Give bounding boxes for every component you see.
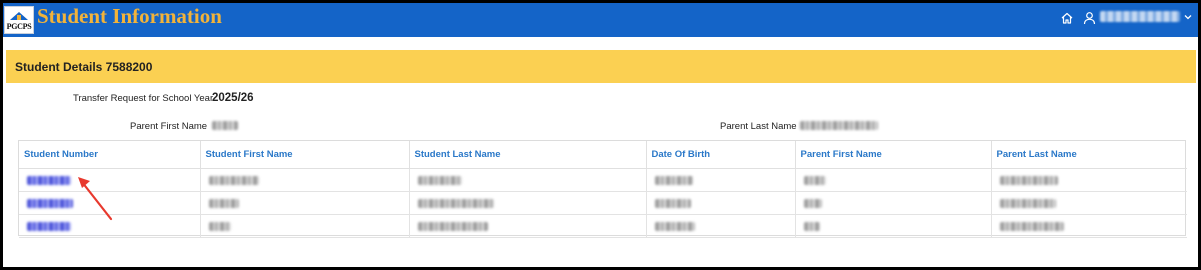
parent-last-name-value [800, 121, 878, 130]
red-arrow-annotation [78, 177, 113, 221]
top-navigation-bar: PGCPS Student Information [3, 3, 1198, 37]
student-first-name-value [208, 198, 239, 208]
section-title: Student Details 7588200 [15, 60, 153, 74]
column-header-student-first-name[interactable]: Student First Name [200, 141, 410, 169]
transfer-request-value: 2025/26 [212, 92, 254, 104]
student-number-link[interactable] [27, 175, 71, 185]
date-of-birth-value [654, 198, 691, 208]
parent-last-name-value [999, 175, 1058, 185]
student-number-link[interactable] [27, 198, 73, 208]
app-title: Student Information [37, 4, 222, 28]
pgcps-logo[interactable]: PGCPS [4, 6, 34, 34]
student-details-header: Student Details 7588200 [6, 50, 1196, 83]
parent-last-name-value [999, 221, 1064, 231]
student-last-name-cell [409, 168, 647, 192]
user-icon[interactable] [1083, 11, 1096, 25]
app-window: PGCPS Student Information Student Detail… [2, 2, 1199, 268]
date-of-birth-value [654, 221, 695, 231]
student-first-name-cell [200, 168, 410, 192]
date-of-birth-cell [646, 168, 796, 192]
parent-first-name-value [803, 175, 826, 185]
transfer-request-label: Transfer Request for School Year [73, 93, 214, 104]
date-of-birth-value [654, 175, 693, 185]
column-header-date-of-birth[interactable]: Date Of Birth [646, 141, 796, 169]
parent-first-name-cell [795, 168, 992, 192]
student-last-name-cell [409, 191, 647, 215]
home-icon[interactable] [1060, 11, 1074, 25]
table-header-row: Student Number Student First Name Studen… [19, 141, 1187, 169]
parent-first-name-value [803, 198, 822, 208]
chevron-down-icon[interactable] [1183, 12, 1193, 22]
parent-first-name-cell [795, 214, 992, 238]
date-of-birth-cell [646, 191, 796, 215]
column-header-student-last-name[interactable]: Student Last Name [409, 141, 647, 169]
column-header-parent-first-name[interactable]: Parent First Name [795, 141, 992, 169]
column-header-parent-last-name[interactable]: Parent Last Name [991, 141, 1187, 169]
student-last-name-value [417, 175, 462, 185]
student-first-name-value [208, 221, 231, 231]
parent-last-name-label: Parent Last Name [720, 121, 797, 132]
parent-first-name-label: Parent First Name [130, 121, 208, 132]
student-first-name-cell [200, 214, 410, 238]
students-table: Student Number Student First Name Studen… [18, 140, 1187, 238]
parent-first-name-value [803, 221, 820, 231]
parent-last-name-value [999, 198, 1056, 208]
parent-last-name-cell [991, 168, 1187, 192]
student-last-name-value [417, 221, 488, 231]
column-header-student-number[interactable]: Student Number [19, 141, 201, 169]
student-last-name-cell [409, 214, 647, 238]
logo-text: PGCPS [6, 22, 32, 31]
table-row [19, 191, 1187, 215]
parent-first-name-value [212, 121, 238, 130]
user-name-menu[interactable] [1100, 11, 1180, 22]
table-row [19, 214, 1187, 238]
student-last-name-value [417, 198, 494, 208]
parent-last-name-cell [991, 191, 1187, 215]
student-first-name-cell [200, 191, 410, 215]
student-number-link[interactable] [27, 221, 71, 231]
parent-last-name-cell [991, 214, 1187, 238]
logo-emblem-icon [10, 12, 28, 20]
table-row [19, 168, 1187, 192]
parent-first-name-cell [795, 191, 992, 215]
date-of-birth-cell [646, 214, 796, 238]
student-first-name-value [208, 175, 259, 185]
